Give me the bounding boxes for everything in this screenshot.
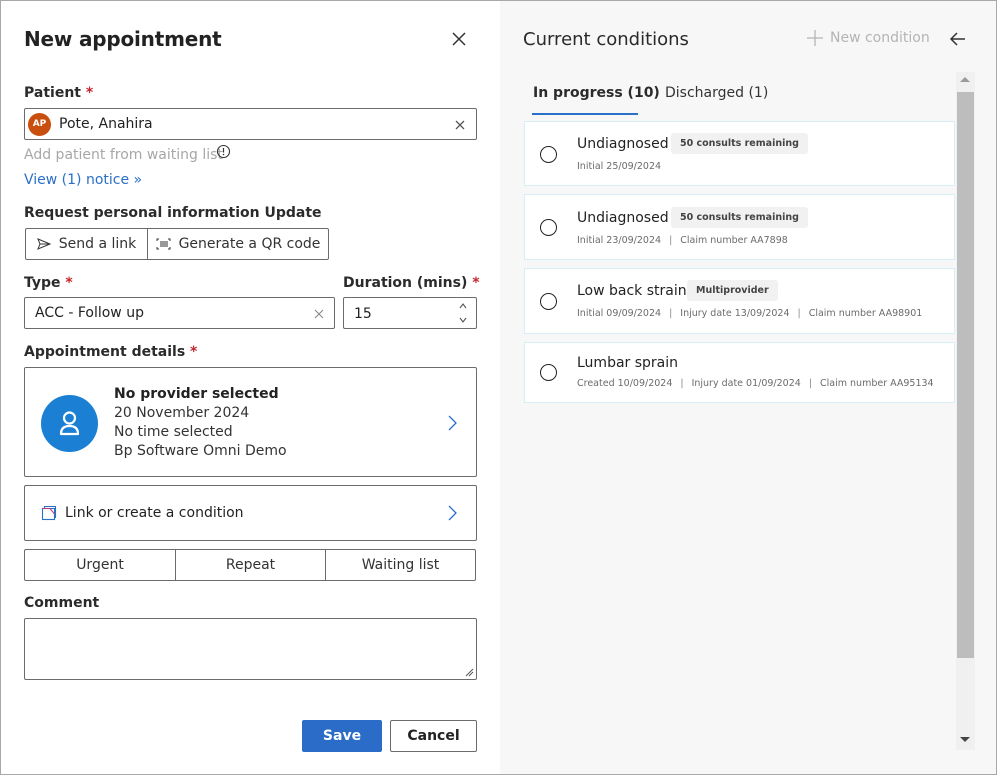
appointment-details-card[interactable]: No provider selected 20 November 2024 No…	[24, 367, 477, 477]
patient-value: Pote, Anahira	[59, 116, 153, 132]
plus-icon	[807, 30, 823, 46]
patient-avatar: AP	[28, 113, 51, 136]
info-icon[interactable]	[216, 144, 231, 159]
close-icon[interactable]	[449, 29, 469, 49]
condition-item[interactable]: Undiagnosed 50 consults remaining Initia…	[524, 121, 955, 186]
repeat-toggle[interactable]: Repeat	[175, 550, 325, 580]
scroll-up-icon[interactable]	[960, 77, 970, 82]
tab-discharged[interactable]: Discharged (1)	[665, 85, 768, 101]
clear-patient-icon[interactable]	[453, 118, 467, 132]
chevron-up-icon[interactable]	[458, 302, 468, 310]
new-condition-button[interactable]: New condition	[806, 29, 930, 47]
condition-item[interactable]: Low back strain Multiprovider Initial 09…	[524, 268, 955, 334]
condition-name: Low back strain	[577, 283, 687, 299]
condition-folder-icon	[41, 505, 57, 521]
condition-badge: 50 consults remaining	[671, 133, 808, 154]
send-icon	[36, 238, 51, 250]
dialog-title: New appointment	[24, 27, 222, 51]
condition-item[interactable]: Undiagnosed 50 consults remaining Initia…	[524, 194, 955, 260]
condition-name: Undiagnosed	[577, 136, 669, 152]
duration-stepper[interactable]: 15	[343, 297, 477, 329]
type-field[interactable]: ACC - Follow up	[24, 297, 335, 329]
type-value: ACC - Follow up	[35, 305, 144, 321]
personal-info-label: Request personal information Update	[24, 205, 322, 221]
clear-type-icon[interactable]	[312, 307, 326, 321]
scrollbar-thumb[interactable]	[957, 92, 974, 658]
condition-badge: 50 consults remaining	[671, 207, 808, 228]
condition-meta: Initial 09/09/2024 | Injury date 13/09/202…	[577, 308, 923, 319]
active-tab-indicator	[532, 113, 638, 115]
appointment-date: 20 November 2024	[114, 405, 250, 421]
chevron-right-icon	[448, 505, 457, 521]
condition-radio[interactable]	[540, 146, 557, 163]
resize-handle-icon[interactable]	[465, 668, 474, 677]
provider-avatar	[41, 395, 98, 452]
appointment-flags: Urgent Repeat Waiting list	[24, 549, 476, 581]
chevron-right-icon	[448, 415, 457, 431]
appointment-location: Bp Software Omni Demo	[114, 443, 287, 459]
appointment-details-label: Appointment details *	[24, 344, 198, 360]
person-icon	[59, 411, 80, 436]
view-notice-link[interactable]: View (1) notice »	[24, 172, 142, 188]
current-conditions-panel: Current conditions New condition In prog…	[500, 1, 996, 774]
double-chevron-right-icon: »	[133, 172, 143, 188]
condition-radio[interactable]	[540, 219, 557, 236]
tab-in-progress[interactable]: In progress (10)	[533, 85, 660, 101]
duration-value: 15	[354, 306, 372, 322]
condition-meta: Initial 23/09/2024 | Claim number AA7898	[577, 235, 788, 246]
comment-textarea[interactable]	[24, 618, 477, 680]
waiting-list-toggle[interactable]: Waiting list	[325, 550, 475, 580]
cancel-button[interactable]: Cancel	[390, 720, 477, 752]
condition-item[interactable]: Lumbar sprain Created 10/09/2024 | Injury …	[524, 342, 955, 403]
condition-radio[interactable]	[540, 364, 557, 381]
type-label: Type *	[24, 275, 73, 291]
personal-info-actions: Send a link Generate a QR code	[25, 228, 329, 260]
required-mark: *	[85, 85, 94, 101]
new-appointment-panel: New appointment Patient * AP Pote, Anahi…	[1, 1, 500, 774]
chevron-down-icon[interactable]	[458, 316, 468, 324]
add-from-waiting-list[interactable]: Add patient from waiting list	[24, 147, 223, 163]
condition-radio[interactable]	[540, 293, 557, 310]
comment-label: Comment	[24, 595, 100, 611]
save-button[interactable]: Save	[302, 720, 382, 752]
generate-qr-button[interactable]: Generate a QR code	[147, 229, 328, 259]
conditions-title: Current conditions	[523, 29, 689, 50]
patient-field[interactable]: AP Pote, Anahira	[24, 108, 477, 140]
urgent-toggle[interactable]: Urgent	[25, 550, 175, 580]
condition-name: Undiagnosed	[577, 210, 669, 226]
duration-label: Duration (mins) *	[343, 275, 480, 291]
back-arrow-icon[interactable]	[948, 29, 968, 49]
link-condition-label: Link or create a condition	[65, 505, 244, 521]
condition-name: Lumbar sprain	[577, 355, 679, 371]
send-link-button[interactable]: Send a link	[26, 229, 147, 259]
qr-code-icon	[156, 238, 171, 250]
patient-label: Patient *	[24, 85, 94, 101]
scroll-down-icon[interactable]	[960, 737, 970, 742]
appointment-time: No time selected	[114, 424, 233, 440]
condition-meta: Initial 25/09/2024	[577, 161, 662, 172]
condition-meta: Created 10/09/2024 | Injury date 01/09/202…	[577, 378, 934, 389]
condition-badge: Multiprovider	[687, 280, 778, 301]
provider-name: No provider selected	[114, 386, 279, 402]
link-condition-card[interactable]: Link or create a condition	[24, 485, 477, 541]
